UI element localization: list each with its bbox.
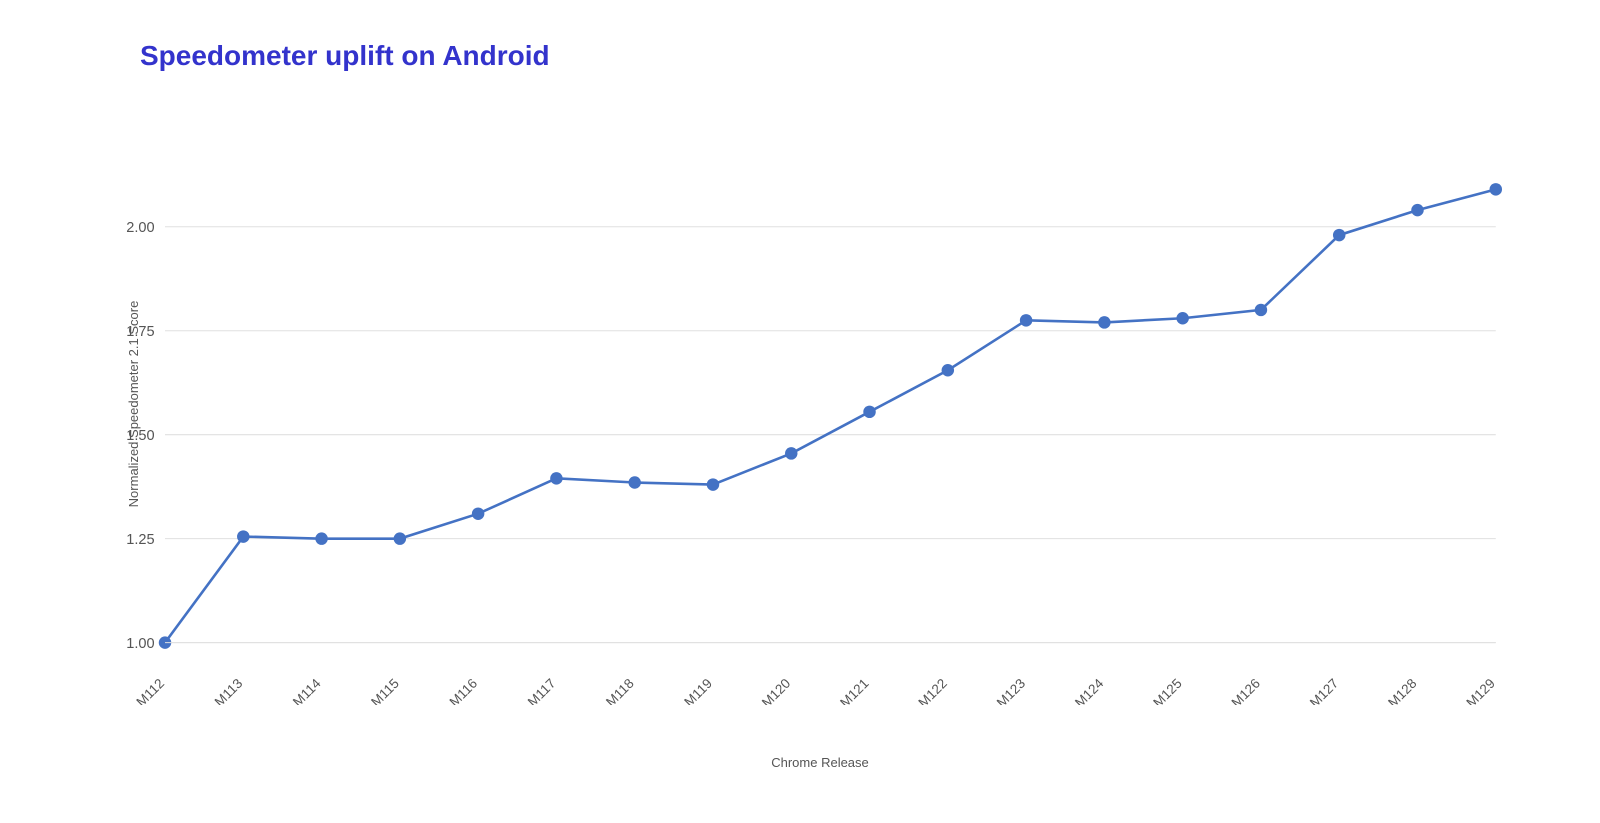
svg-text:M128: M128 (1385, 676, 1419, 705)
chart-svg: 1.001.251.501.752.00M112M113M114M115M116… (100, 102, 1540, 705)
svg-text:M125: M125 (1150, 676, 1184, 705)
svg-text:M116: M116 (446, 676, 480, 705)
svg-text:M115: M115 (368, 676, 402, 705)
chart-container: Speedometer uplift on Android Normalized… (0, 0, 1600, 823)
svg-text:M121: M121 (837, 676, 871, 705)
svg-text:M124: M124 (1072, 675, 1107, 705)
chart-title: Speedometer uplift on Android (140, 40, 1540, 72)
svg-text:M122: M122 (915, 676, 949, 705)
svg-text:1.25: 1.25 (126, 532, 154, 548)
svg-text:M114: M114 (290, 675, 324, 705)
svg-text:1.00: 1.00 (126, 636, 154, 652)
svg-text:M126: M126 (1229, 676, 1263, 705)
svg-text:M127: M127 (1307, 676, 1341, 705)
svg-text:M123: M123 (994, 676, 1028, 705)
svg-text:M117: M117 (525, 676, 559, 705)
svg-text:M120: M120 (759, 676, 793, 705)
chart-area: Normalized Speedometer 2.1 Score Chrome … (100, 102, 1540, 705)
y-axis-label: Normalized Speedometer 2.1 Score (126, 300, 141, 507)
x-axis-label: Chrome Release (771, 755, 869, 770)
svg-text:M113: M113 (212, 676, 246, 705)
svg-text:2.00: 2.00 (126, 220, 154, 236)
svg-text:M118: M118 (603, 676, 637, 705)
svg-text:M129: M129 (1463, 676, 1497, 705)
svg-text:M119: M119 (681, 676, 715, 705)
svg-text:M112: M112 (133, 676, 167, 705)
